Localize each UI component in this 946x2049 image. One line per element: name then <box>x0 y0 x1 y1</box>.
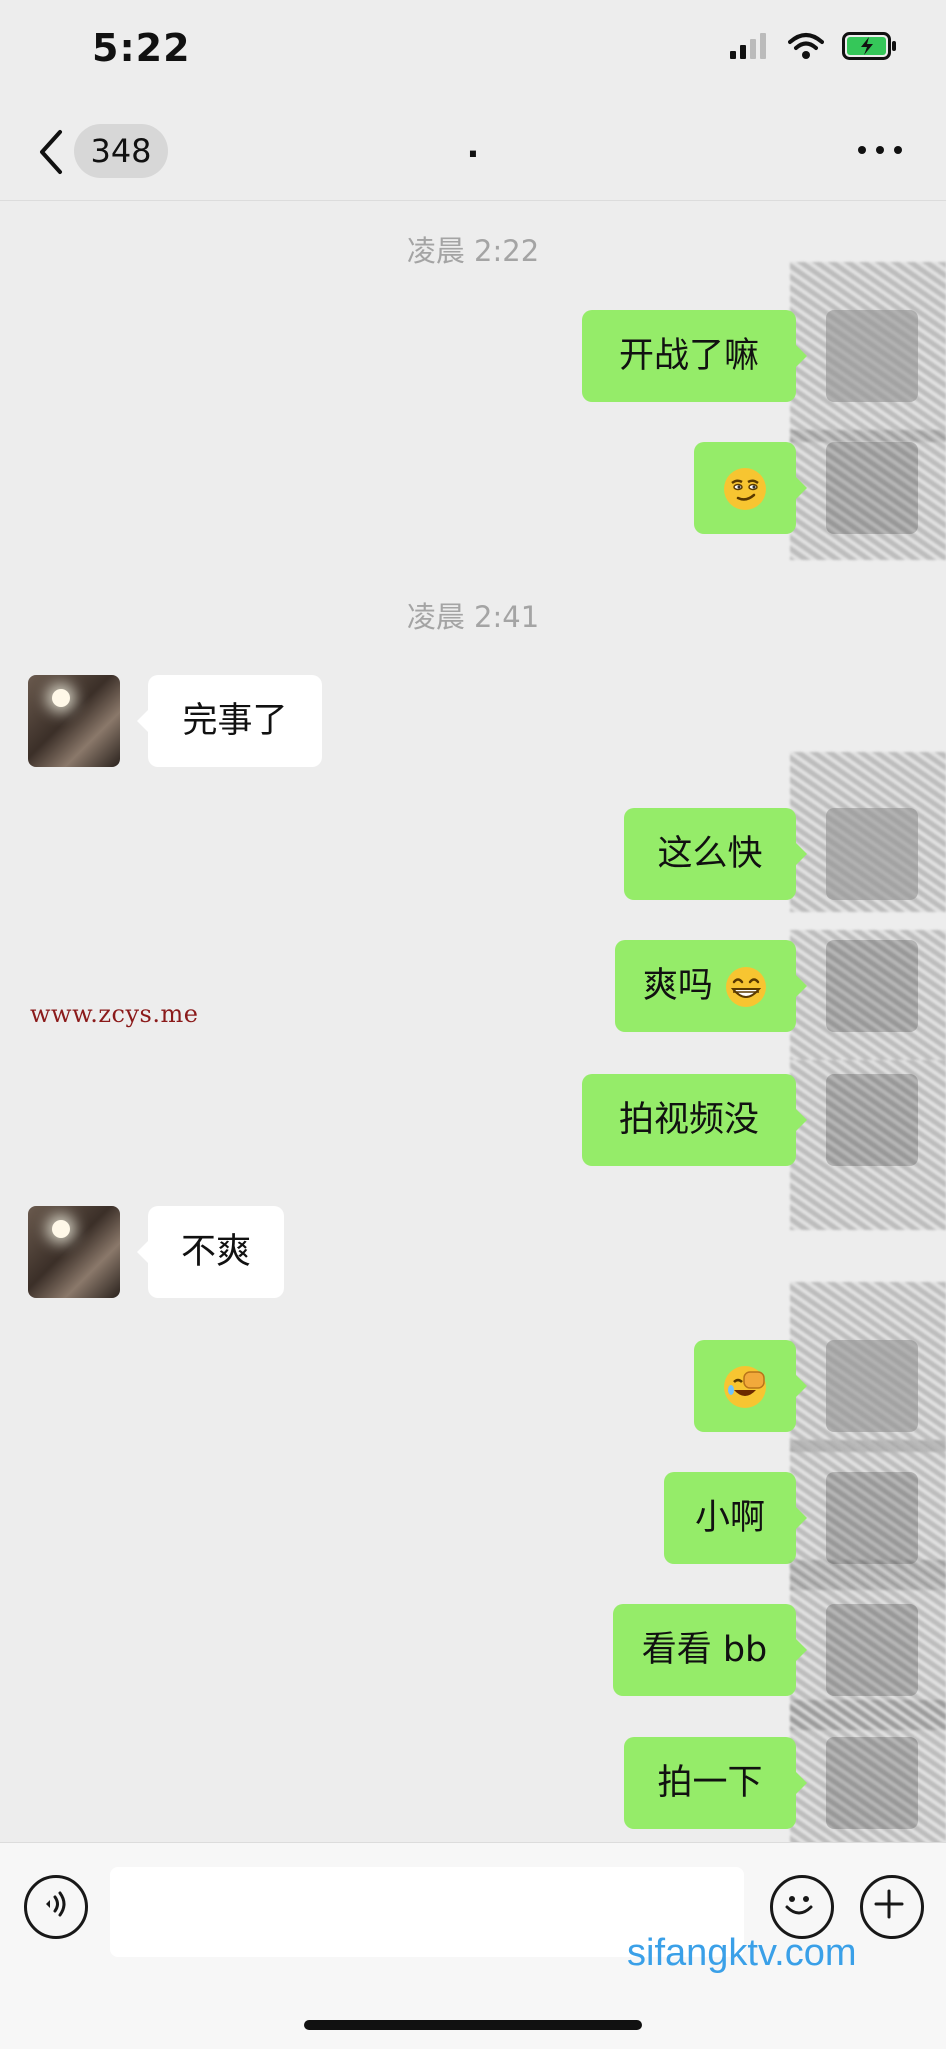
message-text: 开战了嘛 <box>618 336 759 376</box>
chat-title: . <box>466 126 480 166</box>
message-text: 不爽 <box>180 1232 251 1272</box>
message-text: 小啊 <box>694 1498 765 1538</box>
message-text: 爽吗 <box>642 966 713 1006</box>
redaction-scribble <box>790 1060 946 1230</box>
cellular-signal-icon <box>730 33 766 59</box>
contact-avatar[interactable] <box>28 675 120 767</box>
watermark-text: sifangktv.com <box>627 1932 857 1974</box>
message-text: 看看 bb <box>641 1630 768 1670</box>
avatar[interactable] <box>826 1340 918 1432</box>
message-bubble-sent[interactable]: 拍一下 <box>624 1737 807 1829</box>
battery-charging-icon <box>842 32 896 60</box>
message-bubble-sent[interactable]: 开战了嘛 <box>582 310 807 402</box>
watermark-text: www.zcys.me <box>30 1000 199 1028</box>
message-bubble-sent[interactable] <box>694 1340 807 1432</box>
avatar[interactable] <box>826 808 918 900</box>
message-bubble-sent[interactable]: 这么快 <box>624 808 807 900</box>
message-bubble-sent[interactable]: 看看 bb <box>613 1604 807 1696</box>
message-text: 这么快 <box>657 834 763 874</box>
message-text: 拍视频没 <box>618 1100 759 1140</box>
contact-avatar[interactable] <box>28 1206 120 1298</box>
message-bubble-received[interactable]: 不爽 <box>137 1206 284 1298</box>
message-text: 拍一下 <box>657 1763 763 1803</box>
plus-icon[interactable] <box>860 1875 924 1939</box>
redaction-scribble <box>790 430 946 560</box>
redaction-scribble <box>790 1700 946 1850</box>
message-bubble-sent[interactable]: 拍视频没 <box>582 1074 807 1166</box>
message-bubble-sent[interactable] <box>694 442 807 534</box>
redaction-scribble <box>790 930 946 1060</box>
message-bubble-sent[interactable]: 小啊 <box>664 1472 807 1564</box>
facepalm-laugh-emoji <box>724 1366 766 1408</box>
grin-emoji <box>726 967 767 1007</box>
message-bubble-sent[interactable]: 爽吗 <box>615 940 807 1032</box>
smirk-emoji <box>724 468 766 510</box>
status-time: 5:22 <box>92 26 191 70</box>
wifi-icon <box>788 33 824 59</box>
message-bubble-received[interactable]: 完事了 <box>137 675 322 767</box>
status-icons <box>730 32 898 60</box>
ellipsis-icon[interactable] <box>858 138 902 162</box>
avatar[interactable] <box>826 310 918 402</box>
status-bar: 5:22 <box>0 0 946 100</box>
home-indicator[interactable] <box>304 2020 642 2030</box>
emoji-icon[interactable] <box>770 1875 834 1939</box>
timestamp: 凌晨 2:41 <box>406 600 540 634</box>
chat-header: 348 . <box>0 100 946 201</box>
voice-icon[interactable] <box>24 1875 88 1939</box>
message-text: 完事了 <box>182 701 288 741</box>
